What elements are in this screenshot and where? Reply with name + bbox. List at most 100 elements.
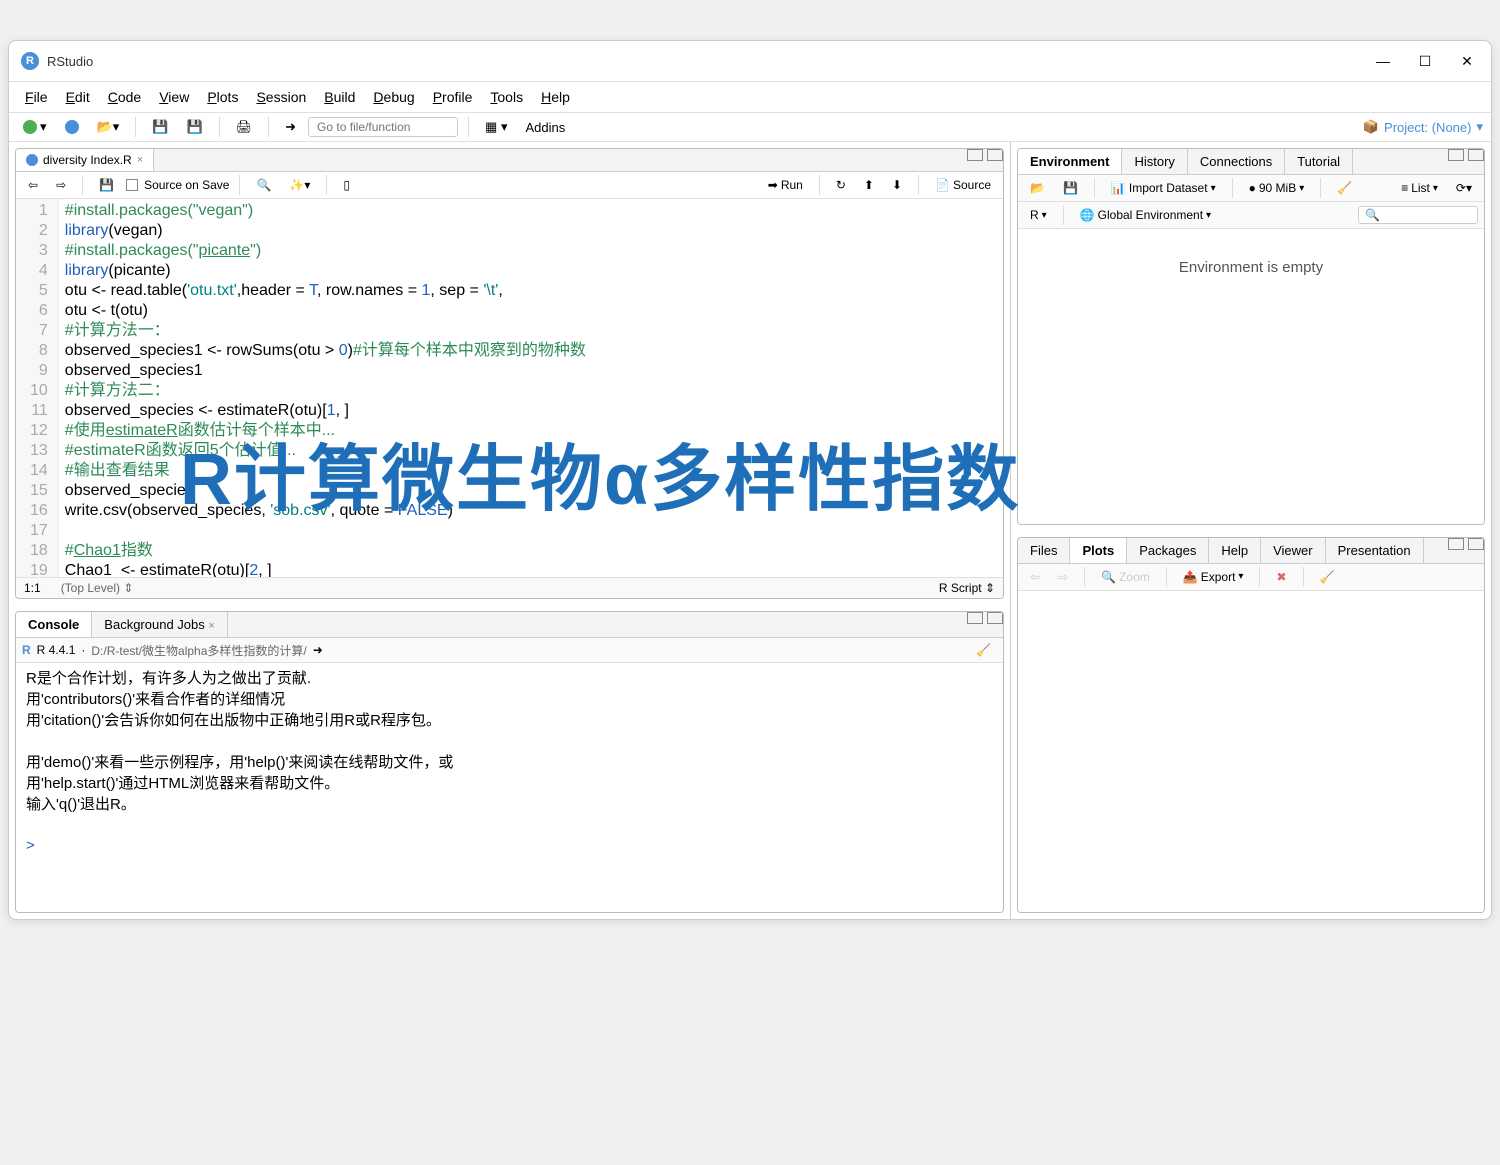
env-min-button[interactable]: [1448, 149, 1464, 161]
menu-file[interactable]: File: [17, 86, 56, 108]
r-logo-icon: R: [22, 643, 31, 657]
minimize-button[interactable]: —: [1371, 49, 1395, 73]
grid-button[interactable]: ▦ ▾: [479, 117, 513, 137]
rstudio-icon: R: [21, 52, 39, 70]
files-min-button[interactable]: [1448, 538, 1464, 550]
source-on-save-label: Source on Save: [144, 178, 229, 192]
rerun-button[interactable]: ↻: [830, 176, 852, 194]
zoom-button[interactable]: 🔍 Zoom: [1095, 568, 1156, 586]
open-file-button[interactable]: 📂▾: [91, 117, 126, 137]
import-dataset-button[interactable]: 📊 Import Dataset: [1105, 179, 1222, 197]
memory-indicator[interactable]: ● 90 MiB: [1243, 179, 1311, 197]
maximize-button[interactable]: ☐: [1413, 49, 1437, 73]
new-project-button[interactable]: [59, 118, 85, 136]
tab-packages[interactable]: Packages: [1127, 538, 1209, 563]
source-button[interactable]: 📄 Source: [929, 176, 997, 194]
menu-build[interactable]: Build: [316, 86, 363, 108]
list-view-button[interactable]: ≡ List: [1395, 179, 1444, 197]
titlebar: R RStudio — ☐ ✕: [9, 41, 1491, 82]
tab-tutorial[interactable]: Tutorial: [1285, 149, 1353, 174]
menu-code[interactable]: Code: [100, 86, 149, 108]
wd-arrow-icon[interactable]: ➜: [313, 643, 323, 657]
tab-close-icon[interactable]: ×: [137, 154, 143, 166]
tab-environment[interactable]: Environment: [1018, 149, 1122, 174]
tab-history[interactable]: History: [1122, 149, 1187, 174]
plot-area: [1018, 591, 1484, 913]
menu-help[interactable]: Help: [533, 86, 578, 108]
clear-plots-button[interactable]: 🧹: [1314, 568, 1341, 586]
files-plots-pane: FilesPlotsPackagesHelpViewerPresentation…: [1017, 537, 1485, 914]
source-pane: diversity Index.R × ⇦ ⇨ 💾 Source on Save: [15, 148, 1004, 599]
forward-button[interactable]: ⇨: [50, 176, 72, 194]
tab-console[interactable]: Console: [16, 612, 92, 637]
menu-debug[interactable]: Debug: [365, 86, 422, 108]
plot-next-button[interactable]: ⇨: [1052, 568, 1074, 586]
console-output[interactable]: R是个合作计划，有许多人为之做出了贡献. 用'contributors()'来看…: [16, 663, 1003, 912]
export-button[interactable]: 📤 Export: [1177, 568, 1250, 586]
env-search-input[interactable]: [1358, 206, 1478, 224]
files-max-button[interactable]: [1468, 538, 1484, 550]
tab-connections[interactable]: Connections: [1188, 149, 1285, 174]
source-on-save-checkbox[interactable]: [126, 179, 138, 191]
working-directory[interactable]: D:/R-test/微生物alpha多样性指数的计算/: [91, 642, 306, 659]
run-button[interactable]: ➡ Run: [762, 176, 809, 194]
global-env-button[interactable]: 🌐 Global Environment: [1074, 206, 1217, 224]
tab-viewer[interactable]: Viewer: [1261, 538, 1326, 563]
new-file-button[interactable]: ▾: [17, 117, 53, 137]
menu-edit[interactable]: Edit: [58, 86, 98, 108]
main-toolbar: ▾ 📂▾ 💾 💾 🖨 ➜ ▦ ▾ Addins 📦 Project: (None…: [9, 113, 1491, 142]
r-scope-button[interactable]: R: [1024, 206, 1053, 224]
clear-env-button[interactable]: 🧹: [1331, 179, 1358, 197]
r-file-icon: [26, 154, 38, 166]
line-gutter: 12345678910111213141516171819202122: [16, 199, 59, 577]
console-maximize-button[interactable]: [987, 612, 1003, 624]
pane-minimize-button[interactable]: [967, 149, 983, 161]
tab-plots[interactable]: Plots: [1070, 538, 1127, 563]
cursor-position: 1:1: [24, 581, 41, 595]
project-icon: 📦: [1363, 119, 1379, 135]
goto-arrow-icon: ➜: [279, 117, 302, 137]
back-button[interactable]: ⇦: [22, 176, 44, 194]
save-file-button[interactable]: 💾: [93, 176, 120, 194]
console-pane: Console Background Jobs × R R 4.4.1 · D:…: [15, 611, 1004, 913]
refresh-env-button[interactable]: ⟳▾: [1450, 179, 1478, 197]
save-all-button[interactable]: 💾: [180, 117, 208, 137]
console-prompt[interactable]: >: [26, 837, 35, 854]
print-button[interactable]: 🖨: [230, 117, 259, 137]
window-title: RStudio: [47, 54, 1371, 69]
menu-tools[interactable]: Tools: [482, 86, 531, 108]
r-version: R 4.4.1: [37, 643, 76, 657]
down-button[interactable]: ⬇: [886, 176, 908, 194]
remove-plot-button[interactable]: ✖: [1270, 568, 1292, 586]
scope-indicator[interactable]: (Top Level) ⇕: [61, 581, 134, 595]
env-max-button[interactable]: [1468, 149, 1484, 161]
clear-console-button[interactable]: 🧹: [970, 641, 997, 659]
pane-maximize-button[interactable]: [987, 149, 1003, 161]
project-selector[interactable]: 📦 Project: (None) ▾: [1363, 119, 1483, 135]
tab-files[interactable]: Files: [1018, 538, 1070, 563]
menu-plots[interactable]: Plots: [199, 86, 246, 108]
menu-view[interactable]: View: [151, 86, 197, 108]
save-workspace-button[interactable]: 💾: [1057, 179, 1084, 197]
tab-background-jobs[interactable]: Background Jobs ×: [92, 612, 228, 637]
up-button[interactable]: ⬆: [858, 176, 880, 194]
console-minimize-button[interactable]: [967, 612, 983, 624]
env-empty-message: Environment is empty: [1018, 229, 1484, 306]
goto-input[interactable]: [308, 117, 458, 137]
addins-button[interactable]: Addins: [519, 118, 571, 137]
menubar: File Edit Code View Plots Session Build …: [9, 82, 1491, 113]
save-button[interactable]: 💾: [146, 117, 174, 137]
wand-button[interactable]: ✨▾: [283, 176, 316, 194]
close-button[interactable]: ✕: [1455, 49, 1479, 73]
menu-session[interactable]: Session: [248, 86, 314, 108]
tab-presentation[interactable]: Presentation: [1326, 538, 1424, 563]
script-type[interactable]: R Script ⇕: [939, 581, 995, 595]
find-button[interactable]: 🔍: [250, 176, 277, 194]
notebook-button[interactable]: ▯: [337, 176, 356, 194]
menu-profile[interactable]: Profile: [425, 86, 481, 108]
load-workspace-button[interactable]: 📂: [1024, 179, 1051, 197]
overlay-title: R计算微生物α多样性指数: [180, 420, 1480, 525]
editor-tab[interactable]: diversity Index.R ×: [16, 149, 154, 171]
plot-prev-button[interactable]: ⇦: [1024, 568, 1046, 586]
tab-help[interactable]: Help: [1209, 538, 1261, 563]
